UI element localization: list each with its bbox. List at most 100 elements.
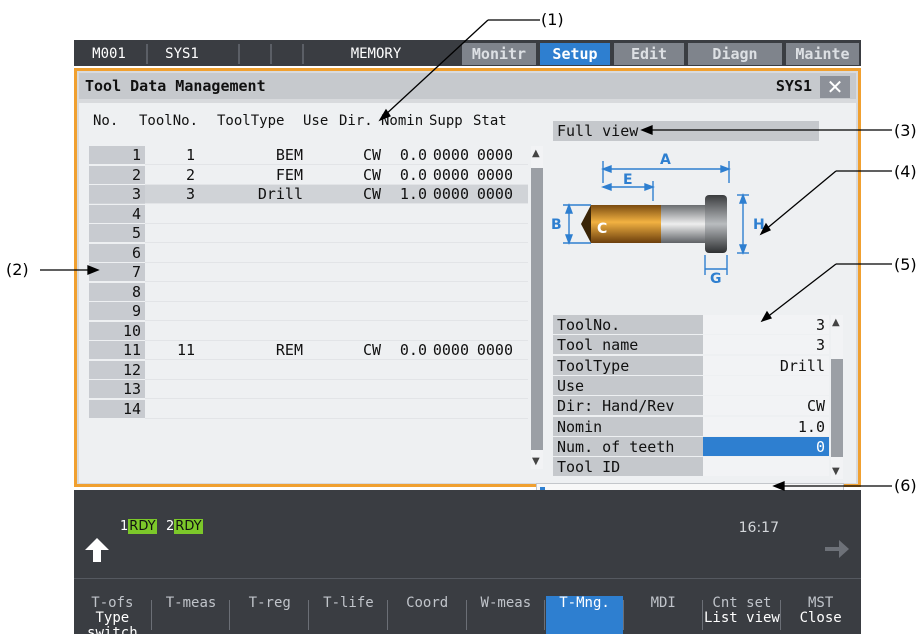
fkey-t-mng[interactable]: T-Mng.	[546, 596, 623, 634]
property-row[interactable]: Num. of teeth 0	[553, 436, 829, 457]
property-label: Num. of teeth	[553, 436, 703, 456]
tab-monitr[interactable]: Monitr	[462, 43, 536, 65]
table-row[interactable]: 4	[89, 204, 528, 224]
callout-6: (6)	[894, 476, 917, 495]
properties-scrollbar[interactable]: ▲ ▼	[831, 315, 843, 479]
cell-dir: CW	[362, 165, 381, 184]
dim-label-e: E	[623, 172, 633, 188]
table-row[interactable]: 3 3 Drill CW 1.0 0000 0000	[89, 185, 528, 204]
table-row[interactable]: 10	[89, 321, 528, 341]
fkey-cnt-set[interactable]: Cnt set List view	[704, 596, 781, 634]
callout-5: (5)	[894, 255, 917, 274]
fkey-t-reg[interactable]: T-reg	[231, 596, 308, 634]
fkey-t-ofs[interactable]: T-ofs Type switch	[74, 596, 151, 641]
fkey-t-meas[interactable]: T-meas	[153, 596, 230, 634]
table-row[interactable]: 6	[89, 243, 528, 263]
property-row[interactable]: Use	[553, 375, 829, 396]
property-label: Dir: Hand/Rev	[553, 396, 703, 416]
property-value[interactable]: CW	[703, 396, 829, 416]
col-header-nomin: Nomin	[381, 113, 424, 129]
property-row[interactable]: Tool ID	[553, 457, 829, 477]
cell-tool-type: Drill	[257, 185, 303, 203]
close-button[interactable]: ✕	[820, 76, 850, 98]
prop-scrollbar-thumb[interactable]	[831, 359, 843, 457]
table-row[interactable]: 5	[89, 224, 528, 243]
property-label: Tool name	[553, 335, 703, 355]
property-value[interactable]: 0	[703, 436, 829, 456]
table-row[interactable]: 13	[89, 380, 528, 399]
table-row[interactable]: 14	[89, 399, 528, 419]
fkey-mdi[interactable]: MDI	[625, 596, 702, 634]
cell-tool-type: BEM	[275, 146, 303, 164]
row-number: 13	[89, 380, 145, 398]
tab-mainte[interactable]: Mainte	[786, 43, 859, 65]
property-value[interactable]: 1.0	[703, 416, 829, 436]
table-row[interactable]: 9	[89, 302, 528, 321]
cell-supp: 0000	[432, 341, 469, 359]
prop-scroll-up-icon[interactable]: ▲	[832, 318, 840, 328]
dim-label-h: H	[753, 217, 765, 233]
row-number: 6	[89, 243, 145, 262]
scroll-up-icon[interactable]: ▲	[532, 149, 540, 159]
row-number: 12	[89, 360, 145, 379]
fkey-mst[interactable]: MST Close	[782, 596, 859, 634]
fkey-sublabel: Type switch	[87, 610, 138, 641]
property-value[interactable]	[703, 375, 829, 395]
cell-nomin: 0.0	[399, 341, 427, 359]
fkey-t-life[interactable]: T-life	[310, 596, 387, 634]
full-view-title: Full view	[553, 121, 819, 141]
callout-2: (2)	[6, 260, 29, 279]
property-value[interactable]	[703, 457, 829, 477]
property-label: ToolNo.	[553, 315, 703, 334]
table-row[interactable]: 11 11 REM CW 0.0 0000 0000	[89, 341, 528, 360]
cell-stat: 0000	[476, 185, 513, 203]
system-name: SYS1	[165, 46, 199, 62]
tool-diagram: A E B C H G	[551, 152, 765, 283]
property-row[interactable]: ToolNo. 3	[553, 315, 829, 335]
tab-edit[interactable]: Edit	[614, 43, 684, 65]
table-row[interactable]: 8	[89, 282, 528, 302]
tab-setup[interactable]: Setup	[540, 43, 610, 65]
property-value[interactable]: Drill	[703, 355, 829, 375]
table-row[interactable]: 2 2 FEM CW 0.0 0000 0000	[89, 165, 528, 185]
fkey-label: T-life	[323, 595, 374, 611]
property-value[interactable]: 3	[703, 335, 829, 355]
fkey-w-meas[interactable]: W-meas	[468, 596, 545, 634]
row-number: 11	[89, 341, 145, 359]
table-row[interactable]: 7	[89, 263, 528, 282]
cell-stat: 0000	[476, 146, 513, 164]
cell-stat: 0000	[476, 165, 513, 184]
property-row[interactable]: ToolType Drill	[553, 355, 829, 376]
window-title-bar: Tool Data Management SYS1 ✕	[79, 73, 856, 99]
property-row[interactable]: Tool name 3	[553, 335, 829, 355]
window-system: SYS1	[775, 77, 812, 95]
row-number: 5	[89, 224, 145, 242]
property-label: Use	[553, 375, 703, 395]
property-label: ToolType	[553, 355, 703, 375]
property-value[interactable]: 3	[703, 315, 829, 334]
col-header-use: Use	[303, 113, 329, 129]
tool-data-window: Tool Data Management SYS1 ✕ No. ToolNo. …	[74, 68, 861, 487]
back-arrow-icon[interactable]	[82, 534, 112, 564]
fkey-sublabel: List view	[704, 610, 780, 626]
operation-mode: MEMORY	[350, 46, 402, 62]
table-row[interactable]: 1 1 BEM CW 0.0 0000 0000	[89, 146, 528, 165]
fkey-label: T-meas	[165, 595, 217, 611]
next-arrow-icon[interactable]	[821, 534, 851, 564]
tab-diagn[interactable]: Diagn	[688, 43, 782, 65]
dim-label-b: B	[551, 217, 562, 233]
fkey-coord[interactable]: Coord	[389, 596, 466, 634]
property-row[interactable]: Dir: Hand/Rev CW	[553, 396, 829, 416]
tool-list-scrollbar[interactable]: ▲ ▼	[531, 146, 543, 469]
cell-dir: CW	[362, 146, 381, 164]
fkey-label: T-reg	[248, 595, 291, 611]
cell-dir: CW	[362, 185, 381, 203]
table-row[interactable]: 12	[89, 360, 528, 380]
fkey-label: MST	[807, 595, 834, 611]
property-row[interactable]: Nomin 1.0	[553, 416, 829, 437]
scrollbar-thumb[interactable]	[531, 168, 543, 450]
col-header-toolno: ToolNo.	[139, 113, 199, 129]
fkey-label: W-meas	[480, 595, 532, 611]
scroll-down-icon[interactable]: ▼	[532, 457, 540, 467]
prop-scroll-down-icon[interactable]: ▼	[832, 467, 840, 477]
